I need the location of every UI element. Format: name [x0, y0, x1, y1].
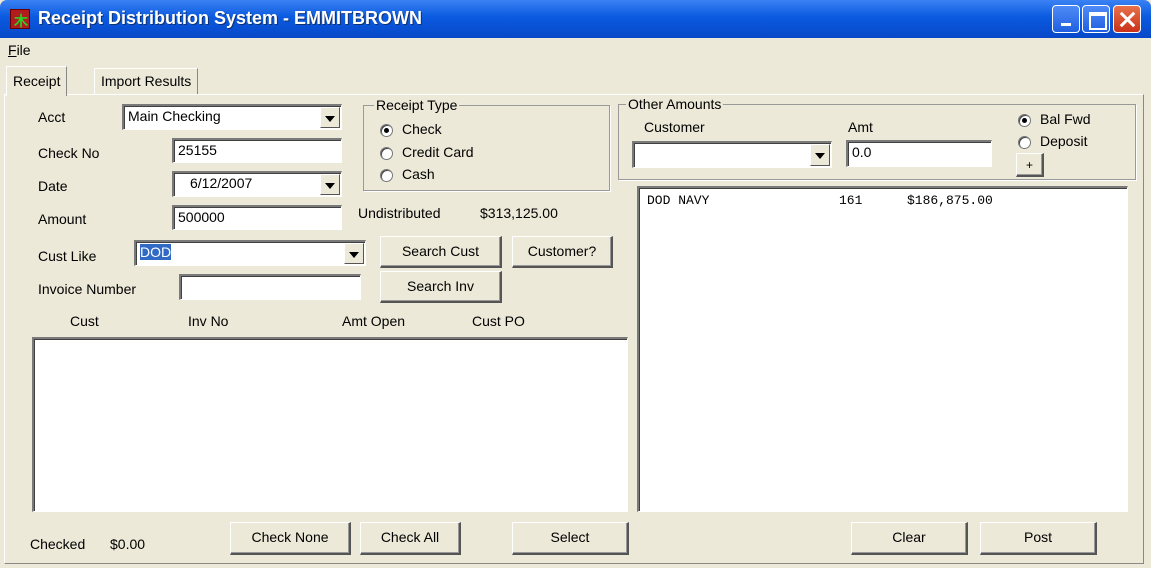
post-button[interactable]: Post [980, 522, 1097, 555]
search-inv-button[interactable]: Search Inv [380, 271, 502, 303]
other-amt-field[interactable]: 0.0 [846, 140, 992, 167]
title-bar[interactable]: 木 Receipt Distribution System - EMMITBRO… [0, 0, 1151, 38]
amount-field[interactable]: 500000 [172, 205, 342, 230]
chevron-down-icon[interactable] [344, 243, 364, 264]
radio-credit-card[interactable] [380, 147, 393, 160]
invoice-number-field[interactable] [179, 274, 361, 300]
check-no-field[interactable]: 25155 [172, 138, 342, 163]
radio-credit-card-label: Credit Card [402, 144, 474, 160]
checked-value: $0.00 [110, 536, 146, 552]
radio-cash-label: Cash [402, 166, 435, 182]
clear-button[interactable]: Clear [851, 522, 968, 555]
undistributed-value: $313,125.00 [480, 205, 558, 221]
radio-bal-fwd[interactable] [1018, 114, 1031, 127]
chevron-down-icon[interactable] [810, 144, 830, 166]
amount-label: Amount [38, 211, 87, 227]
cust-like-label: Cust Like [38, 248, 97, 264]
other-customer-label: Customer [644, 119, 705, 135]
cust-like-value: DOD [140, 244, 172, 260]
distribution-list[interactable]: DOD NAVY 161 $186,875.00 [637, 186, 1128, 512]
undistributed-label: Undistributed [358, 205, 441, 221]
dist-customer: DOD NAVY [647, 193, 710, 208]
app-icon: 木 [10, 9, 30, 30]
radio-deposit-label: Deposit [1040, 133, 1088, 149]
radio-check[interactable] [380, 124, 393, 137]
dist-inv: 161 [839, 193, 863, 208]
receipt-type-group [363, 105, 610, 191]
date-picker[interactable]: 6/12/2007 [172, 171, 342, 197]
radio-deposit[interactable] [1018, 136, 1031, 149]
col-header-inv-no: Inv No [188, 313, 229, 329]
window-title: Receipt Distribution System - EMMITBROWN [38, 8, 423, 28]
customer-query-button[interactable]: Customer? [512, 236, 613, 268]
acct-label: Acct [38, 109, 66, 125]
menu-bar: File [0, 38, 1151, 62]
menu-file[interactable]: File [8, 42, 31, 58]
other-amounts-legend: Other Amounts [626, 96, 724, 112]
tab-receipt[interactable]: Receipt [6, 66, 68, 96]
app-icon-glyph: 木 [14, 14, 28, 30]
acct-dropdown[interactable]: Main Checking [122, 104, 342, 130]
col-header-amt-open: Amt Open [342, 313, 406, 329]
invoice-list[interactable] [32, 337, 628, 512]
checked-label: Checked [30, 536, 86, 552]
col-header-cust-po: Cust PO [472, 313, 525, 329]
radio-bal-fwd-label: Bal Fwd [1040, 111, 1091, 127]
select-button[interactable]: Select [512, 522, 629, 555]
date-value: 6/12/2007 [190, 175, 253, 191]
acct-value: Main Checking [128, 108, 221, 124]
minimize-icon[interactable] [1052, 5, 1080, 33]
receipt-type-legend: Receipt Type [374, 97, 460, 113]
other-customer-dropdown[interactable] [632, 141, 832, 168]
list-item[interactable]: DOD NAVY 161 $186,875.00 [647, 193, 1127, 208]
maximize-icon[interactable] [1082, 5, 1110, 33]
add-amount-button[interactable]: + [1016, 153, 1044, 177]
check-none-button[interactable]: Check None [230, 522, 351, 555]
search-cust-button[interactable]: Search Cust [380, 236, 502, 268]
date-label: Date [38, 178, 68, 194]
radio-check-label: Check [402, 121, 442, 137]
col-header-cust: Cust [70, 313, 99, 329]
other-amt-label: Amt [848, 119, 873, 135]
invoice-number-label: Invoice Number [38, 281, 137, 297]
tab-import-results[interactable]: Import Results [94, 68, 199, 94]
chevron-down-icon[interactable] [320, 174, 340, 195]
dist-amount: $186,875.00 [907, 193, 993, 208]
close-icon[interactable] [1113, 5, 1141, 33]
chevron-down-icon[interactable] [320, 107, 340, 128]
radio-cash[interactable] [380, 169, 393, 182]
check-all-button[interactable]: Check All [360, 522, 461, 555]
check-no-label: Check No [38, 145, 100, 161]
cust-like-combo[interactable]: DOD [134, 240, 366, 266]
